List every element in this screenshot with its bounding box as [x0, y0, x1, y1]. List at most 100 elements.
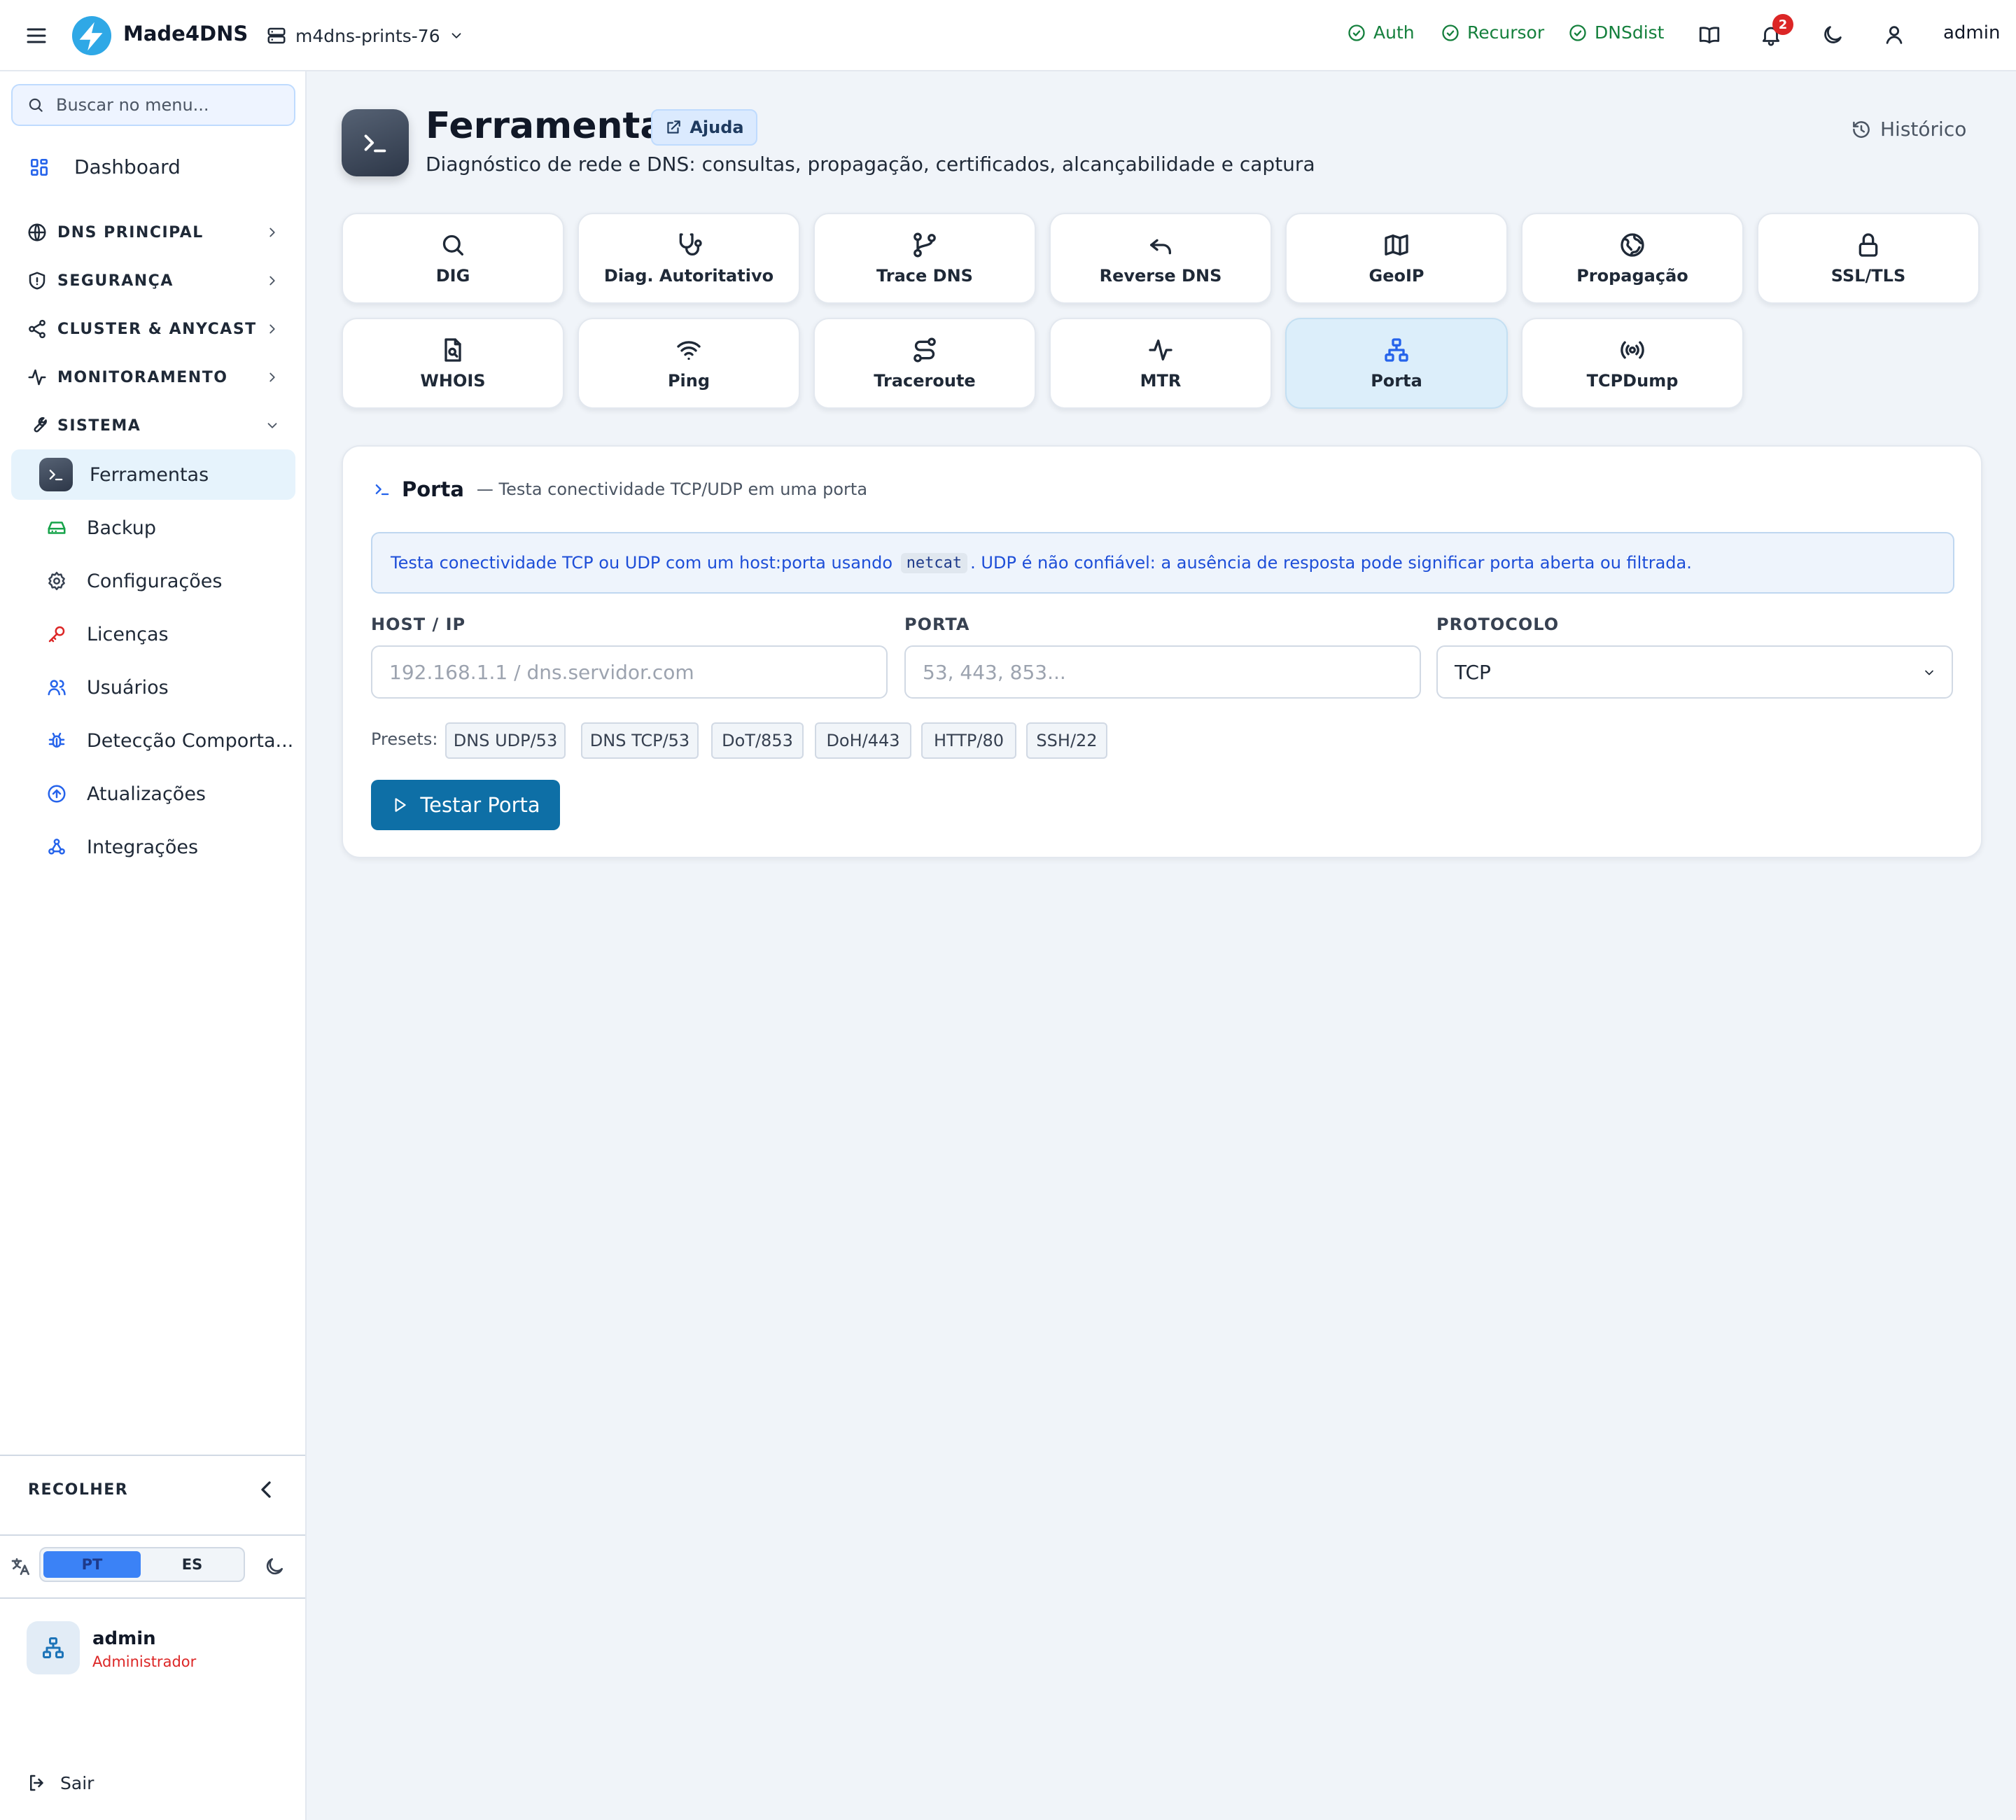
section-label: MONITORAMENTO	[57, 368, 228, 386]
preset-http-80[interactable]: HTTP/80	[921, 722, 1016, 759]
external-link-icon	[667, 120, 681, 134]
service-status-dnsdist[interactable]: DNSdist	[1568, 22, 1664, 43]
globe-icon	[1620, 233, 1644, 257]
gear-icon	[48, 571, 65, 591]
preset-dns-udp-53[interactable]: DNS UDP/53	[445, 722, 566, 759]
tool-ssl-tls[interactable]: SSL/TLS	[1757, 213, 1980, 304]
dark-mode-moon-icon[interactable]	[1817, 20, 1848, 50]
chevron-right-icon	[270, 372, 275, 382]
sidebar-search[interactable]	[11, 84, 295, 126]
sidebar-search-input[interactable]	[56, 95, 287, 115]
lang-option-pt[interactable]: PT	[43, 1551, 141, 1578]
users-icon	[48, 680, 66, 696]
sidebar-section-cluster-anycast[interactable]: CLUSTER & ANYCAST	[27, 314, 280, 344]
tool-label: MTR	[1140, 371, 1182, 391]
chevron-left-icon[interactable]	[252, 1476, 280, 1504]
test-port-button[interactable]: Testar Porta	[371, 780, 560, 830]
protocol-select[interactable]: TCP	[1436, 645, 1953, 699]
logout-button[interactable]: Sair	[27, 1772, 94, 1793]
tool-label: SSL/TLS	[1830, 266, 1906, 286]
protocol-label: PROTOCOLO	[1436, 615, 1560, 634]
sidebar-section-dns-principal[interactable]: DNS PRINCIPAL	[27, 217, 280, 248]
service-status-recursor[interactable]: Recursor	[1441, 22, 1544, 43]
tool-traceroute[interactable]: Traceroute	[813, 318, 1036, 409]
host-input[interactable]	[371, 645, 888, 699]
sidebar-section-monitoramento[interactable]: MONITORAMENTO	[27, 362, 280, 393]
key-icon	[48, 626, 65, 643]
tool-tcpdump[interactable]: TCPDump	[1521, 318, 1744, 409]
info-text-before: Testa conectividade TCP ou UDP com um ho…	[391, 553, 893, 573]
chevron-right-icon	[270, 276, 275, 286]
help-button[interactable]: Ajuda	[651, 109, 757, 146]
sidebar-item-backup[interactable]: Backup	[11, 503, 295, 553]
tool-ping[interactable]: Ping	[578, 318, 800, 409]
history-button[interactable]: Histórico	[1851, 118, 1966, 141]
hard-drive-icon	[48, 522, 66, 534]
header-username[interactable]: admin	[1943, 22, 2000, 43]
activity-icon	[28, 369, 46, 386]
tool-dig[interactable]: DIG	[342, 213, 564, 304]
sidebar-item-atualizacoes[interactable]: Atualizações	[11, 769, 295, 819]
sidebar-item-label: Dashboard	[74, 155, 181, 178]
port-test-panel: Porta — Testa conectividade TCP/UDP em u…	[342, 445, 1982, 858]
protocol-value: TCP	[1455, 660, 1491, 684]
route-icon	[913, 337, 936, 363]
server-icon	[267, 27, 286, 44]
radio-icon	[1620, 341, 1644, 359]
sidebar-item-configuracoes[interactable]: Configurações	[11, 556, 295, 606]
docs-book-icon[interactable]	[1694, 20, 1725, 50]
globe-icon	[28, 223, 46, 241]
arrow-up-circle-icon	[48, 785, 66, 803]
server-selector[interactable]: m4dns-prints-76	[266, 18, 464, 53]
tool-trace-dns[interactable]: Trace DNS	[813, 213, 1036, 304]
sidebar-divider	[0, 1597, 305, 1599]
share-icon	[29, 319, 46, 339]
service-label: Auth	[1373, 22, 1415, 43]
sidebar-item-licencas[interactable]: Licenças	[11, 609, 295, 659]
chevron-right-icon	[270, 227, 275, 237]
service-status-auth[interactable]: Auth	[1347, 22, 1415, 43]
lock-icon	[1858, 233, 1878, 257]
panel-title: Porta	[402, 477, 464, 501]
sidebar-item-label: Ferramentas	[90, 463, 209, 486]
activity-icon	[1149, 340, 1172, 360]
port-input[interactable]	[904, 645, 1421, 699]
translate-icon	[10, 1555, 32, 1578]
preset-ssh-22[interactable]: SSH/22	[1026, 722, 1107, 759]
sidebar-item-label: Integrações	[87, 836, 199, 858]
sidebar-item-label: Detecção Comporta...	[87, 729, 294, 752]
service-label: DNSdist	[1595, 22, 1665, 43]
sidebar-item-usuarios[interactable]: Usuários	[11, 662, 295, 713]
tool-label: WHOIS	[420, 371, 486, 391]
preset-dns-tcp-53[interactable]: DNS TCP/53	[581, 722, 699, 759]
tool-geoip[interactable]: GeoIP	[1285, 213, 1508, 304]
tool-mtr[interactable]: MTR	[1049, 318, 1272, 409]
chevron-down-icon	[1925, 670, 1933, 676]
preset-dot-853[interactable]: DoT/853	[711, 722, 804, 759]
tool-label: Propagação	[1576, 266, 1688, 286]
preset-doh-443[interactable]: DoH/443	[815, 722, 911, 759]
lang-option-es[interactable]: ES	[144, 1551, 241, 1578]
tool-reverse-dns[interactable]: Reverse DNS	[1049, 213, 1272, 304]
user-icon[interactable]	[1879, 20, 1910, 50]
sidebar-section-seguranca[interactable]: SEGURANÇA	[27, 265, 280, 296]
tool-propagacao[interactable]: Propagação	[1521, 213, 1744, 304]
sidebar-item-dashboard[interactable]: Dashboard	[28, 155, 181, 178]
tool-diag-autoritativo[interactable]: Diag. Autoritativo	[578, 213, 800, 304]
tool-porta[interactable]: Porta	[1285, 318, 1508, 409]
sidebar-item-label: Atualizações	[87, 783, 206, 805]
sidebar-section-sistema[interactable]: SISTEMA	[27, 410, 280, 441]
tool-whois[interactable]: WHOIS	[342, 318, 564, 409]
sidebar-item-ferramentas[interactable]: Ferramentas	[11, 449, 295, 500]
shield-icon	[29, 272, 46, 290]
terminal-icon	[342, 109, 409, 176]
log-out-icon	[30, 1774, 43, 1791]
moon-icon[interactable]	[263, 1555, 286, 1578]
sidebar-item-integracoes[interactable]: Integrações	[11, 822, 295, 872]
hamburger-menu-icon[interactable]	[24, 23, 49, 48]
language-toggle[interactable]: PT ES	[39, 1547, 245, 1582]
server-name: m4dns-prints-76	[295, 25, 440, 46]
collapse-label[interactable]: RECOLHER	[28, 1481, 128, 1499]
sidebar-item-deteccao-comportamental[interactable]: Detecção Comporta...	[11, 715, 295, 766]
check-circle-icon	[1348, 24, 1365, 41]
